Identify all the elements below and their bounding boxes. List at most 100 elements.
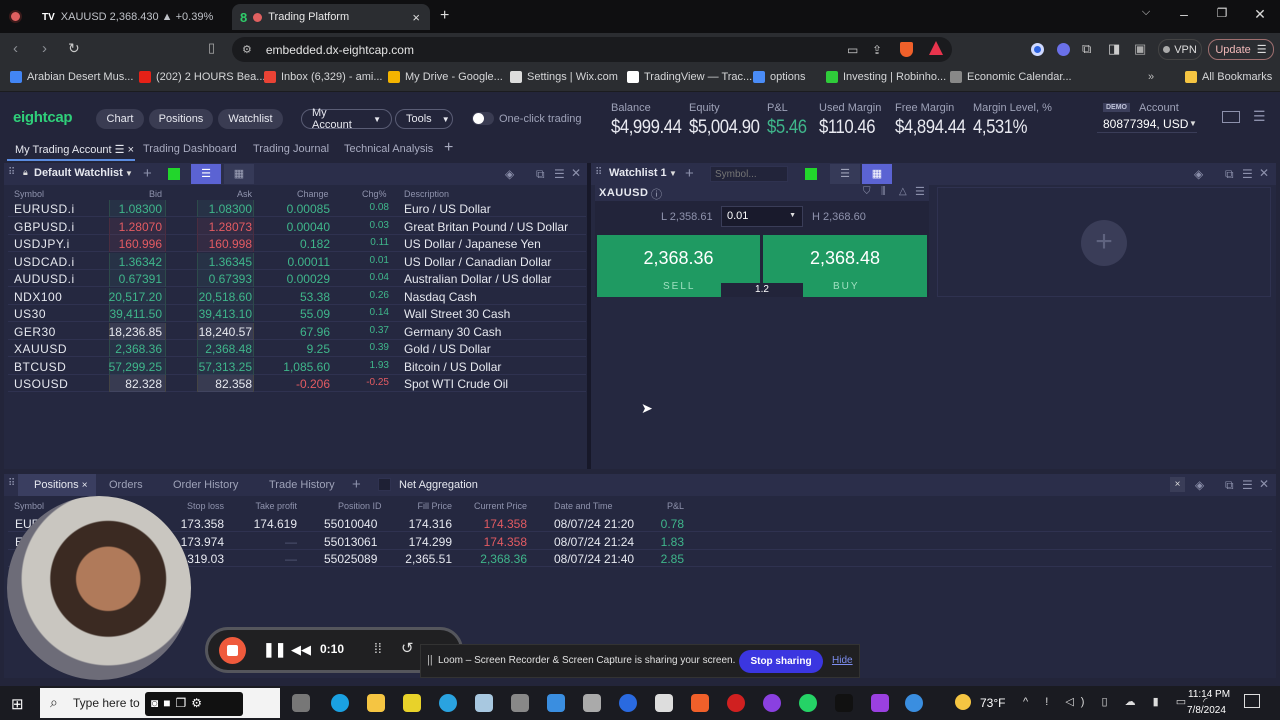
drag-handle-icon[interactable]: ⠿ [8, 478, 15, 489]
tab-trading-journal[interactable]: Trading Journal [253, 143, 329, 155]
watchlist-row[interactable]: GBPUSD.i 1.28070 1.28073 0.00040 0.03 Gr… [8, 217, 586, 235]
tab-my-trading-account[interactable]: My Trading Account ☰ × [15, 143, 134, 156]
watchlist-row[interactable]: USDCAD.i 1.36342 1.36345 0.00011 0.01 US… [8, 252, 586, 270]
settings-app-icon[interactable] [655, 694, 673, 712]
bookmark-item[interactable]: TradingView — Trac... [627, 71, 752, 83]
settings-icon[interactable]: ⚙ [191, 696, 207, 710]
my-account-menu[interactable]: My Account ▼ [301, 107, 392, 131]
watchlist-row[interactable]: US30 39,411.50 39,413.10 55.09 0.14 Wall… [8, 305, 586, 322]
split-icon[interactable]: ◈ [1194, 167, 1203, 181]
address-bar[interactable]: ⚙ embedded.dx-eightcap.com ▭ ⇪ [232, 37, 952, 62]
whatsapp-icon[interactable] [799, 694, 817, 712]
back-icon[interactable]: ‹ [13, 40, 18, 57]
watchlist-row[interactable]: NDX100 20,517.20 20,518.60 53.38 0.26 Na… [8, 287, 586, 305]
new-tab-button[interactable]: + [440, 7, 449, 25]
bookmark-icon[interactable]: ▯ [208, 40, 215, 56]
bookmark-item[interactable]: Inbox (6,329) - ami... [264, 71, 383, 83]
browser-profile-icon[interactable] [9, 10, 22, 23]
restart-icon[interactable]: ↺ [401, 639, 414, 657]
share-icon[interactable]: ⇪ [872, 43, 882, 57]
notepad-icon[interactable] [475, 694, 493, 712]
stop-loss[interactable]: 173.974 [181, 535, 224, 549]
calculator-icon[interactable] [583, 694, 601, 712]
task-view-icon[interactable] [292, 694, 310, 712]
all-bookmarks[interactable]: All Bookmarks [1185, 71, 1272, 83]
sidebar-icon[interactable]: ◨ [1108, 41, 1120, 57]
podcast-icon[interactable] [763, 694, 781, 712]
col-position-id[interactable]: Position ID [338, 501, 382, 511]
edge-icon[interactable] [331, 694, 349, 712]
quantity-select[interactable]: 0.01 ▼ [721, 206, 803, 227]
link-color-indicator[interactable] [805, 168, 817, 180]
popout-icon[interactable]: ⧉ [1225, 478, 1234, 493]
one-click-trading-toggle[interactable] [472, 112, 494, 125]
windows-start-icon[interactable]: ⊞ [11, 695, 24, 713]
panel-menu-icon[interactable]: ☰ [554, 167, 565, 181]
weather-temp[interactable]: 73°F [980, 696, 1005, 710]
list-view-button[interactable]: ☰ [830, 164, 860, 184]
tab-tradingview[interactable]: TV XAUUSD 2,368.430 ▲ +0.39% Unnam [34, 4, 224, 30]
grid-view-button[interactable]: ▦ [862, 164, 892, 184]
maximize-button[interactable]: ❐ [1207, 6, 1237, 20]
close-panel-icon[interactable]: ✕ [1259, 166, 1269, 180]
drag-handle-icon[interactable]: ⠿ [8, 167, 15, 178]
clear-icon[interactable]: × [1170, 477, 1185, 492]
taskbar-search[interactable]: ⌕ Type here to ◙■❐⚙ [40, 688, 280, 718]
stop-recording-button[interactable] [219, 637, 246, 664]
position-row[interactable]: EURJPY 173.974 — 55013061 174.299 174.35… [8, 533, 1272, 550]
bookmark-item[interactable]: options [753, 71, 805, 83]
brave-shield-icon[interactable] [900, 42, 913, 57]
col-date-and-time[interactable]: Date and Time [554, 501, 613, 511]
close-tab-icon[interactable]: × [412, 10, 420, 25]
symbol-search-input[interactable] [710, 166, 788, 182]
cast-icon[interactable]: ▭ [847, 43, 858, 57]
col-symbol[interactable]: Symbol [14, 501, 44, 511]
stop-sharing-button[interactable]: Stop sharing [739, 650, 823, 673]
tab-trade-history[interactable]: Trade History [269, 479, 335, 491]
brave-rewards-icon[interactable] [929, 41, 943, 55]
chart-button[interactable]: Chart [96, 109, 144, 129]
bookmark-item[interactable]: (202) 2 HOURS Bea... [139, 71, 265, 83]
photos-icon[interactable] [547, 694, 565, 712]
position-row[interactable]: EURJPY 173.358 174.619 55010040 174.316 … [8, 515, 1272, 532]
cortana-icon[interactable] [619, 694, 637, 712]
close-icon[interactable]: × [82, 480, 88, 491]
vpn-app-icon[interactable] [403, 694, 421, 712]
col-current-price[interactable]: Current Price [474, 501, 527, 511]
brave-icon[interactable] [691, 694, 709, 712]
tray-icons[interactable]: ^ ! ◁) ▯ ☁ ▮ ▭ ◜ [1023, 695, 1215, 708]
camera-icon[interactable]: ◙ [151, 696, 163, 710]
bookmark-item[interactable]: My Drive - Google... [388, 71, 503, 83]
grid-icon[interactable]: ⁞⁞ [374, 640, 382, 656]
col-symbol[interactable]: Symbol [14, 189, 44, 199]
reload-icon[interactable]: ↻ [68, 40, 80, 57]
bookmark-item[interactable]: Settings | Wix.com [510, 71, 618, 83]
video-icon[interactable]: ■ [163, 696, 175, 710]
extension-icon[interactable] [1057, 43, 1070, 56]
tab-trading-dashboard[interactable]: Trading Dashboard [143, 143, 237, 155]
window-icon[interactable]: ❐ [176, 696, 192, 710]
ticket-menu-icon[interactable]: ☰ [915, 185, 925, 198]
pause-icon[interactable]: ❚❚ [263, 641, 286, 658]
wallet-icon[interactable]: ▣ [1134, 41, 1146, 57]
hide-link[interactable]: Hide [832, 655, 853, 666]
extensions-puzzle-icon[interactable]: ⧉ [1082, 41, 1091, 57]
add-icon[interactable]: + [685, 165, 694, 182]
watchlist-row[interactable]: AUDUSD.i 0.67391 0.67393 0.00029 0.04 Au… [8, 270, 586, 287]
tab-trading-platform[interactable]: 8 Trading Platform × [232, 4, 430, 30]
account-selector[interactable]: DEMO Account 80877394, USD ▼ [1097, 100, 1197, 133]
add-layout-tab-button[interactable]: + [444, 139, 453, 157]
extension-icon[interactable] [1031, 43, 1044, 56]
split-icon[interactable]: ◈ [505, 167, 514, 181]
clock-time[interactable]: 11:14 PM [1188, 689, 1230, 700]
col-description[interactable]: Description [404, 189, 449, 199]
main-menu-icon[interactable]: ☰ [1253, 108, 1266, 125]
panel-menu-icon[interactable]: ☰ [1242, 478, 1253, 492]
tools-menu[interactable]: Tools ▼ [395, 109, 453, 129]
layout-icon[interactable] [1222, 111, 1240, 123]
col-chg-pct[interactable]: Chg% [362, 189, 387, 199]
info-icon[interactable]: ⓘ [651, 186, 662, 202]
stop-loss[interactable]: 173.358 [181, 517, 224, 531]
tab-search-icon[interactable]: ⌵ [1131, 6, 1161, 19]
clipchamp-icon[interactable] [871, 694, 889, 712]
